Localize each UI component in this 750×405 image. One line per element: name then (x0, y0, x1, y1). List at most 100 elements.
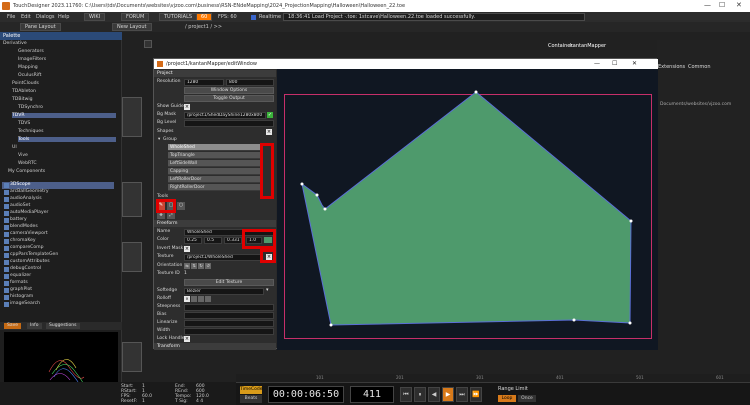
bias-slider[interactable] (184, 311, 274, 319)
lock-handles-checkbox[interactable]: × (184, 336, 190, 342)
shape-polygon[interactable] (301, 91, 632, 326)
tree-item[interactable]: PointClouds (12, 81, 39, 86)
shape-item[interactable]: LeftRollerDoor (168, 176, 260, 183)
play-reverse-button[interactable]: ◀ (428, 387, 440, 402)
rolloff-checkbox[interactable]: × (184, 296, 190, 302)
group-chevron-icon[interactable]: ▾ (158, 137, 160, 142)
shape-item[interactable]: Capping (168, 168, 260, 175)
menu-file[interactable]: File (7, 14, 15, 20)
pane-layout-button[interactable]: Pane Layout (20, 23, 61, 31)
new-layout-button[interactable]: New Layout (112, 23, 152, 31)
tree-item[interactable]: Mapping (18, 65, 38, 70)
tree-item-tools[interactable]: Tools (18, 137, 116, 142)
network-node[interactable] (122, 182, 142, 217)
list-item[interactable]: imageSearch (2, 301, 114, 308)
softedge-dropdown[interactable]: Bezier (184, 287, 264, 295)
texture-field[interactable]: /project1/WholeShed (184, 253, 262, 261)
timecode-toggle[interactable]: TimeCode (240, 386, 263, 394)
color-b-field[interactable]: 0.331 (224, 236, 242, 244)
color-r-field[interactable]: 0.25 (184, 236, 202, 244)
resolution-height-field[interactable]: 800 (226, 78, 274, 86)
list-item[interactable]: audioSet (2, 203, 114, 210)
window-maximize-icon[interactable]: ☐ (612, 60, 617, 67)
bg-mask-field[interactable]: /project1/ShedDayShine1280x800 (184, 111, 266, 119)
network-node[interactable] (122, 342, 142, 372)
list-item[interactable]: customAttributes (2, 259, 114, 266)
tab-save[interactable]: Save (4, 323, 22, 329)
steepness-slider[interactable] (184, 303, 274, 311)
pause-button[interactable]: ⏸ (414, 387, 426, 402)
network-node[interactable] (144, 40, 152, 48)
shape-item[interactable]: RightRollerDoor (168, 184, 260, 191)
tab-tutorials[interactable]: TUTORIALS (159, 13, 198, 21)
tree-item[interactable]: WebRTC (18, 161, 37, 166)
list-item[interactable]: audioAnalysis (2, 196, 114, 203)
shapes-checkbox[interactable]: × (266, 129, 272, 135)
shape-item-selected[interactable]: WholeShed (168, 144, 260, 151)
network-node[interactable] (122, 242, 142, 272)
realtime-checkbox[interactable] (251, 14, 256, 20)
bg-level-slider[interactable] (184, 119, 274, 127)
timeline-ruler[interactable]: 101 201 301 401 501 601 (236, 374, 750, 382)
list-item[interactable]: cameraViewport (2, 231, 114, 238)
tree-item[interactable]: TDSynchro (18, 105, 43, 110)
tab-common[interactable]: Common (688, 64, 711, 70)
orientation-icon[interactable]: ↺ (205, 263, 211, 269)
orientation-icon[interactable]: ⇅ (191, 263, 197, 269)
show-guide-checkbox[interactable]: × (184, 104, 190, 110)
tree-item[interactable]: My Components (8, 169, 45, 174)
edit-tool-icon[interactable]: ⤢ (167, 212, 175, 219)
menu-dialogs[interactable]: Dialogs (36, 14, 55, 20)
edit-texture-button[interactable]: Edit Texture (184, 278, 274, 286)
fast-forward-button[interactable]: ⏩ (470, 387, 482, 402)
rolloff-curve-icon[interactable] (191, 296, 197, 302)
tree-item-selected[interactable]: TDVR (12, 113, 116, 118)
tree-item[interactable]: TDBitwig (12, 97, 33, 102)
list-item[interactable]: cppParsTemplateGen (2, 252, 114, 259)
window-close-icon[interactable]: ✕ (632, 60, 637, 67)
toggle-output-button[interactable]: Toggle Output (184, 94, 274, 102)
shape-wholeshed[interactable] (277, 69, 658, 350)
tsig-value[interactable]: 4 4 (196, 399, 203, 404)
edit-tool-icon[interactable]: ✥ (157, 212, 165, 219)
close-icon[interactable]: ✕ (736, 1, 742, 9)
shape-item[interactable]: TopTriangle (168, 152, 260, 159)
list-item[interactable]: histogram (2, 294, 114, 301)
beats-toggle[interactable]: Beats (240, 395, 262, 403)
invert-mask-checkbox[interactable]: × (184, 246, 190, 252)
color-g-field[interactable]: 0.5 (204, 236, 222, 244)
tab-info[interactable]: Info (27, 323, 42, 329)
frame-display[interactable]: 411 (350, 386, 394, 403)
tree-item[interactable]: OculusRift (18, 73, 41, 78)
menu-help[interactable]: Help (58, 14, 69, 20)
network-node[interactable] (122, 97, 142, 137)
tab-suggestions[interactable]: Suggestions (46, 323, 80, 329)
maximize-icon[interactable]: ☐ (719, 1, 725, 9)
tree-item[interactable]: TDAbleton (12, 89, 36, 94)
list-item[interactable]: chromaKey (2, 238, 114, 245)
tree-item[interactable]: UI (12, 145, 17, 150)
list-item[interactable]: 3DScope (2, 182, 114, 189)
tree-item[interactable]: Techniques (18, 129, 44, 134)
shape-item[interactable]: LeftSideWall (168, 160, 260, 167)
width-slider[interactable] (184, 327, 274, 335)
orientation-icon[interactable]: ↻ (198, 263, 204, 269)
mapping-canvas[interactable] (277, 69, 658, 350)
tab-forum[interactable]: FORUM (121, 13, 150, 21)
list-item[interactable]: equalizer (2, 273, 114, 280)
list-item[interactable]: battery (2, 217, 114, 224)
tree-item[interactable]: Vive (18, 153, 28, 158)
bg-mask-check-icon[interactable]: ✓ (267, 112, 273, 118)
minimize-icon[interactable]: — (704, 1, 711, 9)
step-forward-button[interactable]: ⏭ (456, 387, 468, 402)
once-toggle[interactable]: Once (518, 395, 536, 402)
tree-item[interactable]: TDVS (18, 121, 30, 126)
menu-edit[interactable]: Edit (21, 14, 31, 20)
resolution-width-field[interactable]: 1280 (184, 78, 224, 86)
list-item[interactable]: blendModes (2, 224, 114, 231)
loop-toggle[interactable]: Loop (498, 395, 516, 402)
tree-item[interactable]: ImageFilters (18, 57, 46, 62)
window-minimize-icon[interactable]: — (594, 60, 600, 67)
list-item[interactable]: compareComp (2, 245, 114, 252)
tab-wiki[interactable]: WIKI (84, 13, 106, 21)
